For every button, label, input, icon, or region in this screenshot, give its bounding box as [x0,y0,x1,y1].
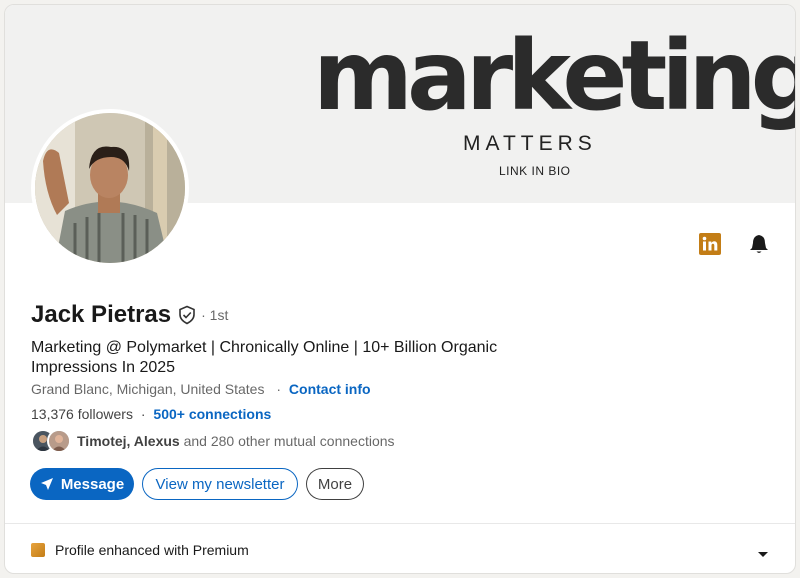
verified-shield-glyph [179,305,195,325]
profile-name: Jack Pietras [31,301,172,328]
bell-icon[interactable] [746,231,772,257]
premium-row[interactable]: Profile enhanced with Premium [31,542,249,558]
section-divider [5,523,795,524]
profile-location: Grand Blanc, Michigan, United States [31,381,265,397]
message-button[interactable]: Message [30,468,134,500]
profile-photo[interactable] [31,109,189,267]
mutual-avatar [47,429,71,453]
premium-icon [31,543,45,557]
banner-caption: LINK IN BIO [499,164,571,178]
followers-separator: · [140,406,146,422]
more-button-label: More [317,475,353,493]
chevron-down-icon[interactable] [757,546,769,564]
followers-count[interactable]: 13,376 followers [31,406,133,422]
mutual-connections[interactable]: Timotej, Alexus and 280 other mutual con… [31,429,395,453]
location-row: Grand Blanc, Michigan, United States · C… [31,381,371,397]
mutual-count-text: and 280 other mutual connections [179,433,395,449]
connections-link[interactable]: 500+ connections [153,406,271,422]
profile-card: marketing MATTERS LINK IN BIO Jack Pietr… [4,4,796,574]
verified-shield-icon[interactable] [177,305,197,325]
message-button-label: Message [60,475,125,493]
location-separator: · [276,381,282,397]
chevron-down-glyph [758,552,768,557]
linkedin-icon[interactable] [697,231,723,257]
profile-actions: Message View my newsletter More [30,468,364,500]
bell-icon-glyph [750,235,768,253]
linkedin-icon-glyph [699,233,721,255]
profile-headline: Marketing @ Polymarket | Chronically Onl… [31,339,498,376]
banner-subtitle: MATTERS [463,132,597,155]
contact-info-link[interactable]: Contact info [289,381,371,397]
premium-label: Profile enhanced with Premium [55,542,249,558]
view-newsletter-label: View my newsletter [155,475,285,493]
profile-name-row: Jack Pietras · 1st [31,301,228,329]
connection-degree: · 1st [201,307,229,323]
mutual-avatar-image [49,431,69,451]
banner-title: marketing [313,20,796,132]
more-button[interactable]: More [306,468,364,500]
mutual-names: Timotej, Alexus [77,433,180,449]
view-newsletter-button[interactable]: View my newsletter [142,468,298,500]
profile-photo-image [35,113,185,263]
send-icon [40,478,53,490]
followers-row: 13,376 followers · 500+ connections [31,406,271,422]
